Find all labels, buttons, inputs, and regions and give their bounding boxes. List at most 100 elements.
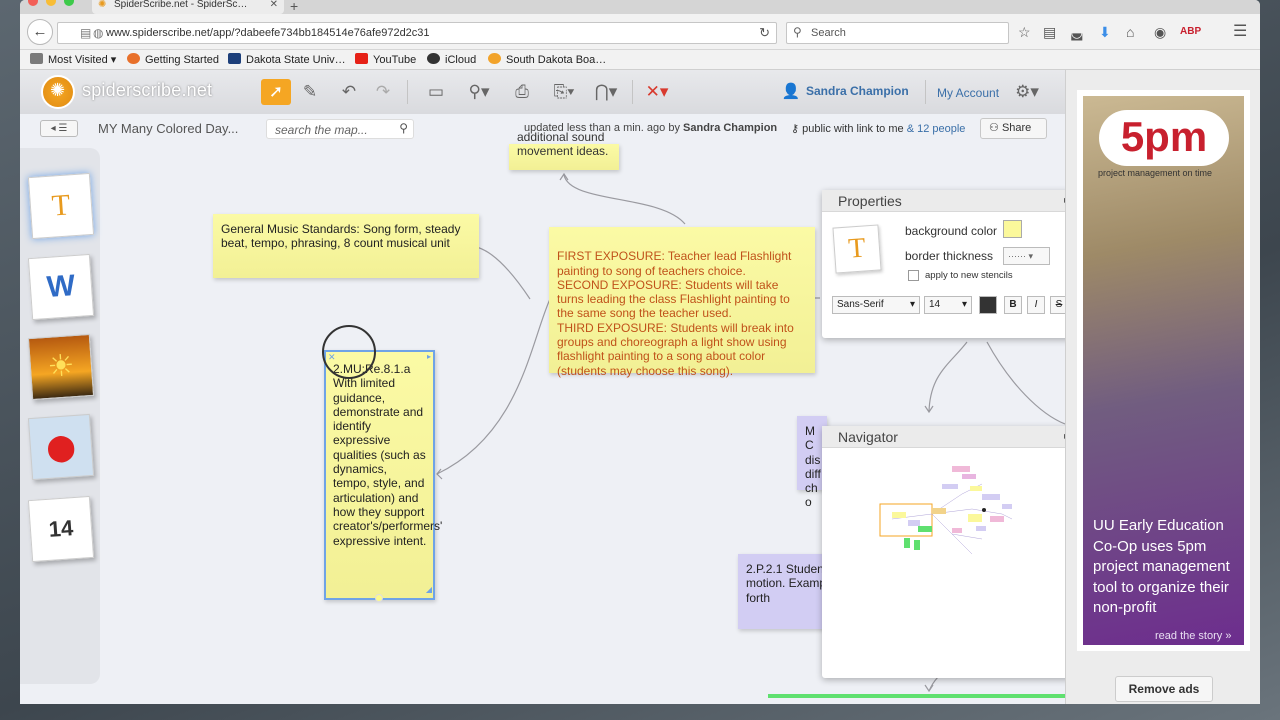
- print-button[interactable]: ⎙: [507, 79, 537, 105]
- spiderscribe-app: spiderscribe.net ➚ ✎ ↶ ↷ ▭ ⚲▾ ⎙ ⎘▾ ⋂▾ ✕▾…: [20, 70, 1065, 704]
- ad-read-story-link[interactable]: read the story »: [1155, 630, 1231, 642]
- search-icon[interactable]: ⚲: [399, 121, 408, 135]
- shared-people-link[interactable]: & 12 people: [907, 123, 966, 135]
- list-icon: ◂ ☰: [50, 123, 68, 134]
- home-icon[interactable]: ⌂: [1126, 24, 1134, 40]
- map-search-input[interactable]: [275, 123, 393, 137]
- dropdown-arrow-icon: ▾: [909, 299, 915, 310]
- toolbar-divider: [407, 80, 408, 104]
- strikethrough-button[interactable]: S: [1050, 296, 1065, 314]
- properties-panel: Properties ▸▸ T background color border …: [822, 190, 1065, 338]
- ad-logo: 5pm: [1099, 110, 1229, 166]
- new-tab-button[interactable]: +: [290, 0, 298, 14]
- note-selected-standard[interactable]: 2.MU:Re.8.1.a With limited guidance, dem…: [324, 350, 442, 602]
- user-name-link[interactable]: Sandra Champion: [806, 84, 909, 98]
- download-icon[interactable]: ⬇: [1099, 24, 1111, 40]
- note-top-partial[interactable]: additional sound movement ideas.: [509, 130, 619, 170]
- youtube-icon: [355, 53, 368, 64]
- magnet-button[interactable]: ⋂▾: [587, 79, 625, 105]
- browser-search-field[interactable]: ⚲ Search: [786, 22, 1009, 44]
- bookmark-icloud[interactable]: iCloud: [427, 53, 476, 66]
- redo-button[interactable]: ↷: [368, 79, 398, 105]
- advertisement[interactable]: 5pm project management on time UU Early …: [1077, 90, 1250, 651]
- select-tool-button[interactable]: ➚: [261, 79, 291, 105]
- word-document-icon: W: [45, 269, 77, 304]
- fit-view-button[interactable]: ▭: [421, 79, 451, 105]
- map-pin-icon: ⬤: [45, 431, 77, 463]
- stencil-text[interactable]: T: [27, 172, 95, 240]
- draw-tool-button[interactable]: ✎: [295, 79, 325, 105]
- navigation-bar: ← ▤ ◍ www.spiderscribe.net/app/?dabeefe7…: [20, 14, 1260, 50]
- bookmark-dakota-state[interactable]: Dakota State Univ…: [228, 53, 346, 66]
- my-account-link[interactable]: My Account: [937, 86, 999, 100]
- user-icon: 👤: [781, 83, 801, 100]
- delete-button[interactable]: ✕▾: [638, 79, 676, 105]
- settings-button[interactable]: ⚙▾: [1008, 79, 1046, 105]
- font-family-select[interactable]: Sans-Serif ▾: [832, 296, 920, 314]
- stencil-word-doc[interactable]: W: [27, 253, 95, 321]
- stencil-map[interactable]: ⬤: [27, 413, 95, 481]
- italic-button[interactable]: I: [1027, 296, 1045, 314]
- mind-map-canvas[interactable]: additional sound movement ideas. General…: [100, 130, 1065, 704]
- font-color-swatch[interactable]: [979, 296, 997, 314]
- back-button[interactable]: ←: [27, 19, 53, 45]
- ad-text: UU Early Education Co-Op uses 5pm projec…: [1093, 517, 1230, 616]
- export-button[interactable]: ⎘▾: [545, 79, 583, 105]
- connector-line: [436, 298, 551, 475]
- apply-new-checkbox[interactable]: [908, 270, 919, 281]
- note-exposure[interactable]: FIRST EXPOSURE: Teacher lead Flashlight …: [549, 227, 815, 378]
- share-button[interactable]: ⚇ Share: [980, 118, 1047, 139]
- close-window-button[interactable]: [28, 0, 38, 6]
- reload-icon[interactable]: ↻: [759, 25, 770, 41]
- background-color-label: background color: [905, 224, 998, 238]
- key-icon: ⚷: [791, 123, 800, 135]
- stencil-image[interactable]: ☀: [27, 333, 95, 401]
- bookmark-getting-started[interactable]: Getting Started: [127, 53, 219, 66]
- adblock-icon[interactable]: ABP: [1180, 24, 1201, 40]
- dropdown-arrow-icon: ▾: [961, 299, 967, 310]
- border-thickness-select[interactable]: ······ ▾: [1003, 247, 1050, 265]
- bookmark-star-icon[interactable]: ☆: [1018, 24, 1031, 40]
- tab-spiderscribe[interactable]: ✺ SpiderScribe.net - SpiderSc… ✕: [92, 0, 284, 14]
- map-title[interactable]: MY Many Colored Day...: [98, 121, 238, 136]
- pencil-icon: ✎: [302, 82, 318, 101]
- resize-handle-icon[interactable]: ◢: [426, 583, 432, 597]
- note-connect-handle[interactable]: [375, 594, 383, 602]
- arrow-head: [436, 468, 443, 480]
- zoom-button[interactable]: ⚲▾: [460, 79, 498, 105]
- note-music-standards[interactable]: General Music Standards: Song form, stea…: [213, 214, 479, 278]
- green-note-edge: [768, 694, 1065, 698]
- navigator-minimap[interactable]: [872, 464, 1022, 574]
- maximize-window-button[interactable]: [64, 0, 74, 6]
- undo-button[interactable]: ↶: [334, 79, 364, 105]
- font-size-select[interactable]: 14 ▾: [924, 296, 972, 314]
- image-icon: ☀: [46, 349, 76, 384]
- url-text: www.spiderscribe.net/app/?dabeefe734bb18…: [106, 27, 430, 39]
- share-icon: ⚇: [989, 122, 999, 134]
- back-arrow-icon: ←: [32, 23, 48, 40]
- cursor-icon: ➚: [268, 82, 284, 101]
- reading-list-icon[interactable]: ▤: [1043, 24, 1056, 40]
- chat-icon[interactable]: ◉: [1154, 24, 1166, 40]
- note-link-handle-icon[interactable]: ▸: [427, 350, 431, 364]
- menu-icon[interactable]: ☰: [1233, 24, 1247, 40]
- close-tab-icon[interactable]: ✕: [270, 0, 278, 10]
- bookmark-youtube[interactable]: YouTube: [355, 53, 416, 66]
- address-bar[interactable]: ▤ ◍ www.spiderscribe.net/app/?dabeefe734…: [57, 22, 777, 44]
- minimize-window-button[interactable]: [46, 0, 56, 6]
- bookmark-most-visited[interactable]: Most Visited ▾: [30, 53, 116, 66]
- map-list-button[interactable]: ◂ ☰: [40, 120, 78, 137]
- app-logo-text: spiderscribe.net: [82, 80, 213, 100]
- click-highlight-circle: [322, 325, 376, 379]
- bookmark-south-dakota[interactable]: South Dakota Boa…: [488, 53, 606, 66]
- navigator-header: Navigator ▸▸: [822, 426, 1065, 448]
- background-color-swatch[interactable]: [1003, 220, 1022, 238]
- map-search-box: ⚲: [266, 119, 414, 139]
- ad-tagline: project management on time: [1098, 168, 1213, 178]
- apple-icon: [427, 53, 440, 64]
- page-info-icon[interactable]: ▤: [80, 26, 91, 40]
- pocket-icon[interactable]: ◛: [1070, 24, 1084, 40]
- bold-button[interactable]: B: [1004, 296, 1022, 314]
- remove-ads-button[interactable]: Remove ads: [1115, 676, 1213, 702]
- stencil-calendar[interactable]: 14: [27, 495, 95, 563]
